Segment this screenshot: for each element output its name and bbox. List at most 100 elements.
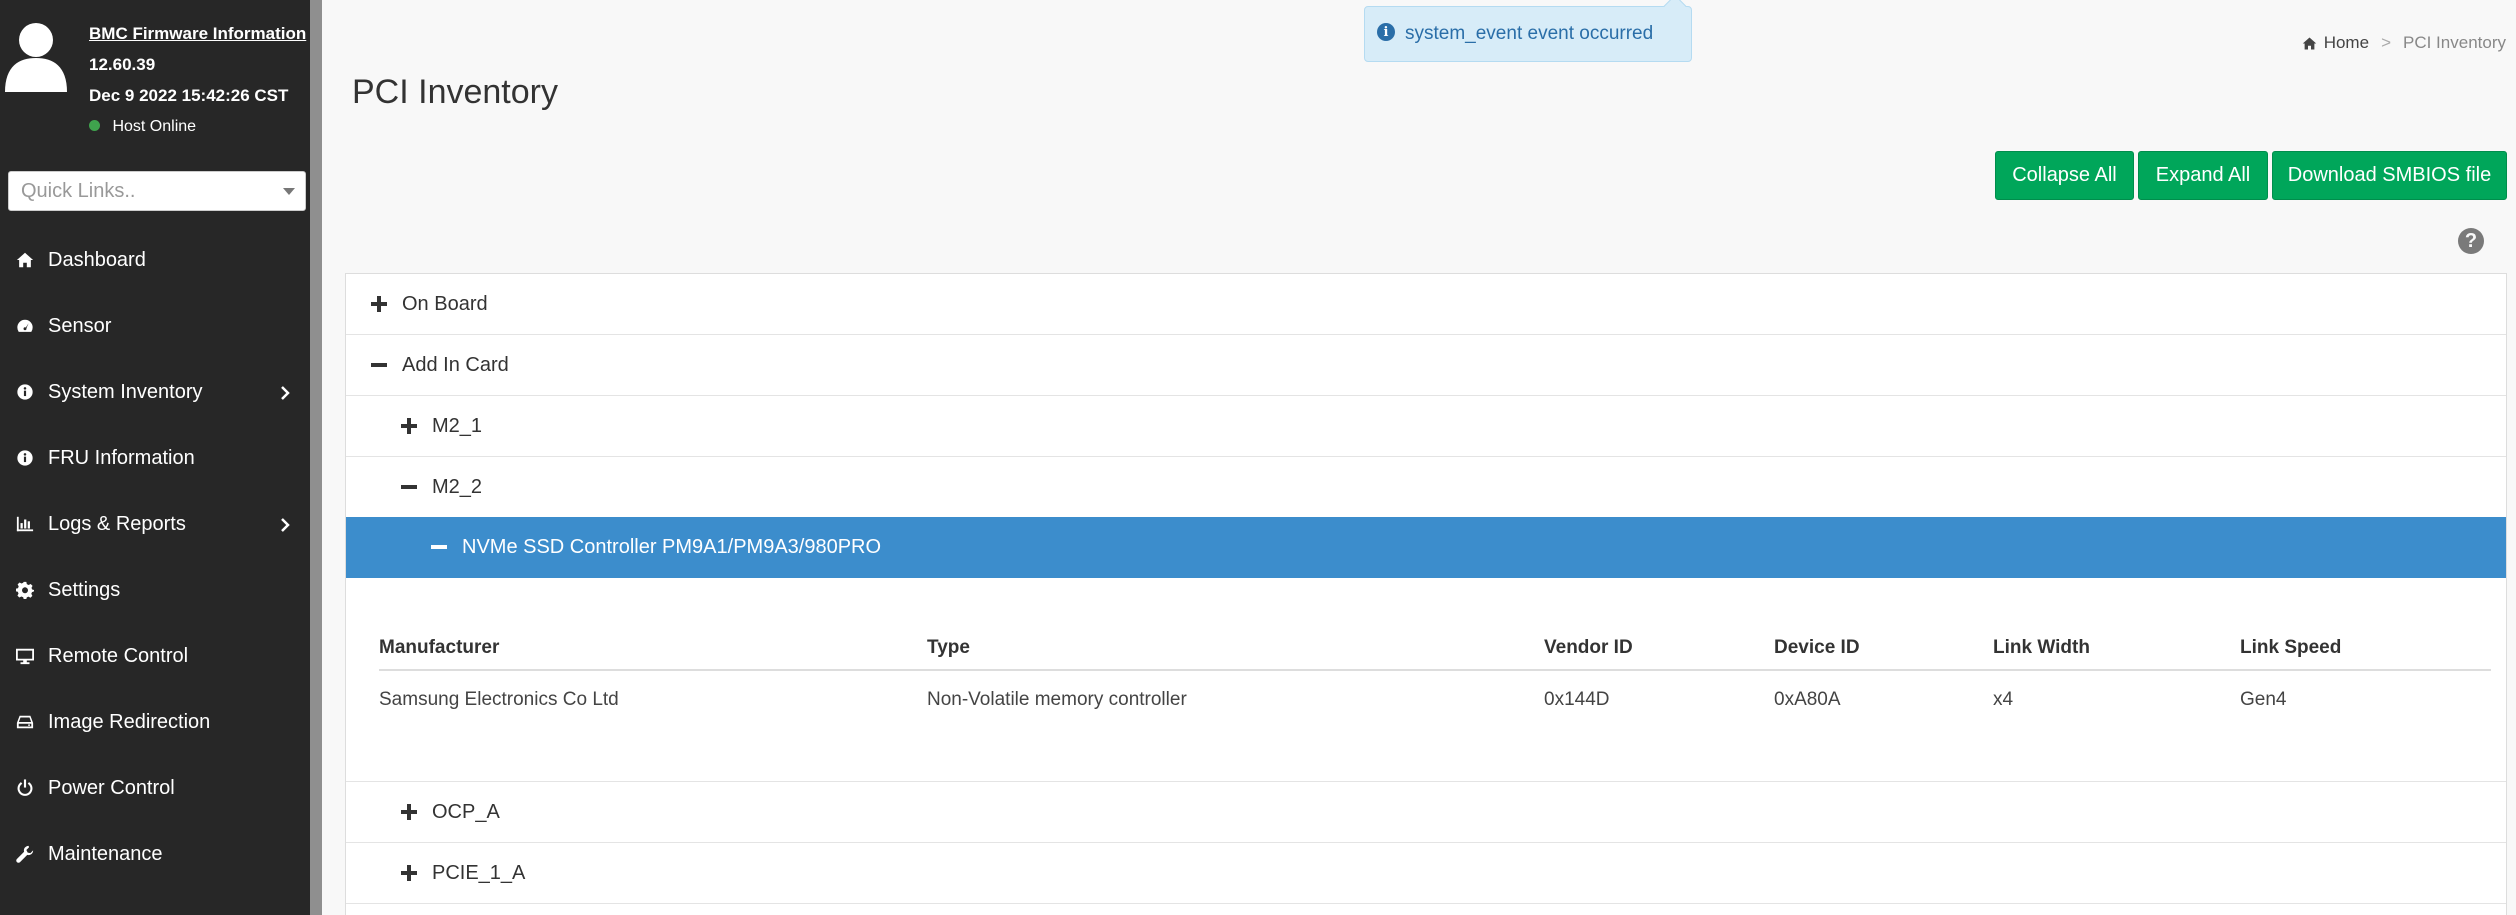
tree-node-on-board[interactable]: On Board	[346, 274, 2506, 335]
collapse-all-button[interactable]: Collapse All	[1995, 151, 2134, 200]
cell-link-width: x4	[1993, 688, 2014, 710]
info-circle-icon	[14, 447, 36, 469]
sidebar-item-power-control[interactable]: Power Control	[0, 755, 310, 821]
column-header-manufacturer: Manufacturer	[379, 626, 927, 671]
collapse-minus-icon[interactable]	[368, 354, 390, 376]
column-header-device-id: Device ID	[1774, 626, 1993, 671]
wrench-icon	[14, 843, 36, 865]
pci-tree: On Board Add In Card M2_1 M2_2 NVMe SSD …	[345, 273, 2507, 915]
download-smbios-button[interactable]: Download SMBIOS file	[2272, 151, 2507, 200]
tree-node-m2-1[interactable]: M2_1	[346, 396, 2506, 457]
host-status-label: Host Online	[112, 118, 197, 135]
tree-node-m2-2[interactable]: M2_2	[346, 457, 2506, 518]
tree-node-label: On Board	[402, 292, 488, 315]
sidebar-item-label: Remote Control	[48, 644, 189, 667]
breadcrumb-home-label: Home	[2323, 33, 2370, 52]
toast-message: system_event event occurred	[1405, 23, 1654, 44]
chevron-right-icon	[278, 383, 296, 401]
expand-plus-icon[interactable]	[398, 862, 420, 884]
event-toast[interactable]: i system_event event occurred	[1364, 0, 1692, 62]
bmc-datetime: Dec 9 2022 15:42:26 CST	[89, 86, 289, 105]
sidebar-item-maintenance[interactable]: Maintenance	[0, 821, 310, 887]
device-detail-table: Manufacturer Type Vendor ID Device ID Li…	[379, 626, 2491, 728]
home-icon	[2302, 37, 2316, 49]
sidebar-nav: Dashboard Sensor System Inventory FRU In…	[0, 227, 310, 887]
tree-node-label: M2_2	[432, 475, 483, 498]
breadcrumb: Home > PCI Inventory	[2302, 33, 2506, 53]
sidebar-item-label: Settings	[48, 578, 121, 601]
sidebar-item-fru-information[interactable]: FRU Information	[0, 425, 310, 491]
table-row: Samsung Electronics Co Ltd Non-Volatile …	[379, 670, 2491, 728]
user-panel: BMC Firmware Information 12.60.39 Dec 9 …	[0, 0, 310, 160]
tree-node-ocp-a[interactable]: OCP_A	[346, 782, 2506, 843]
column-header-link-speed: Link Speed	[2240, 626, 2491, 671]
firmware-info-link[interactable]: BMC Firmware Information	[89, 18, 306, 49]
breadcrumb-home-link[interactable]: Home	[2302, 33, 2369, 53]
cell-type: Non-Volatile memory controller	[927, 688, 1187, 710]
cell-vendor-id: 0x144D	[1544, 688, 1610, 710]
sidebar-item-label: System Inventory	[48, 380, 203, 403]
quick-links-placeholder: Quick Links..	[21, 179, 136, 202]
expand-plus-icon[interactable]	[398, 801, 420, 823]
chevron-right-icon	[278, 515, 296, 533]
dashboard-gauge-icon	[14, 315, 36, 337]
info-icon: i	[1377, 23, 1395, 41]
column-header-link-width: Link Width	[1993, 626, 2240, 671]
collapse-minus-icon[interactable]	[398, 476, 420, 498]
desktop-icon	[14, 645, 36, 667]
sidebar-item-label: Sensor	[48, 314, 112, 337]
expand-plus-icon[interactable]	[368, 293, 390, 315]
tree-node-nvme-controller[interactable]: NVMe SSD Controller PM9A1/PM9A3/980PRO	[346, 517, 2506, 578]
page-title: PCI Inventory	[352, 72, 558, 111]
cell-link-speed: Gen4	[2240, 688, 2287, 710]
tree-node-label: Add In Card	[402, 353, 509, 376]
sidebar-item-label: Power Control	[48, 776, 175, 799]
tree-node-label: M2_1	[432, 414, 483, 437]
sidebar-item-logs-reports[interactable]: Logs & Reports	[0, 491, 310, 557]
column-header-type: Type	[927, 626, 1544, 671]
cell-device-id: 0xA80A	[1774, 688, 1841, 710]
column-header-vendor-id: Vendor ID	[1544, 626, 1774, 671]
sidebar-item-label: FRU Information	[48, 446, 195, 469]
user-avatar-icon	[5, 23, 67, 92]
sidebar-item-sensor[interactable]: Sensor	[0, 293, 310, 359]
sidebar-item-remote-control[interactable]: Remote Control	[0, 623, 310, 689]
host-status: Host Online	[89, 111, 306, 142]
tree-node-label: PCIE_1_A	[432, 861, 526, 884]
caret-down-icon	[283, 188, 295, 195]
breadcrumb-current: PCI Inventory	[2403, 33, 2506, 52]
home-icon	[14, 249, 36, 271]
bar-chart-icon	[14, 513, 36, 535]
quick-links-select[interactable]: Quick Links..	[8, 171, 306, 211]
breadcrumb-separator: >	[2381, 33, 2391, 52]
sidebar-item-label: Image Redirection	[48, 710, 211, 733]
sidebar-item-label: Maintenance	[48, 842, 163, 865]
tree-node-label: NVMe SSD Controller PM9A1/PM9A3/980PRO	[462, 535, 882, 558]
tree-node-pcie-1-a[interactable]: PCIE_1_A	[346, 843, 2506, 904]
hdd-icon	[14, 711, 36, 733]
sidebar-item-system-inventory[interactable]: System Inventory	[0, 359, 310, 425]
gear-icon	[14, 579, 36, 601]
help-icon[interactable]: ?	[2458, 228, 2484, 254]
expand-plus-icon[interactable]	[398, 415, 420, 437]
tree-node-label: OCP_A	[432, 800, 500, 823]
sidebar: BMC Firmware Information 12.60.39 Dec 9 …	[0, 0, 310, 915]
cell-manufacturer: Samsung Electronics Co Ltd	[379, 688, 619, 710]
collapse-minus-icon[interactable]	[428, 536, 450, 558]
info-circle-icon	[14, 381, 36, 403]
user-info: BMC Firmware Information 12.60.39 Dec 9 …	[89, 18, 306, 142]
sidebar-item-settings[interactable]: Settings	[0, 557, 310, 623]
status-online-icon	[89, 120, 100, 131]
toast-arrow	[1663, 0, 1687, 18]
tree-node-add-in-card[interactable]: Add In Card	[346, 335, 2506, 396]
sidebar-item-label: Dashboard	[48, 248, 146, 271]
sidebar-item-label: Logs & Reports	[48, 512, 186, 535]
sidebar-scrollbar[interactable]	[310, 0, 322, 915]
device-detail-panel: Manufacturer Type Vendor ID Device ID Li…	[346, 578, 2506, 782]
expand-all-button[interactable]: Expand All	[2138, 151, 2268, 200]
power-icon	[14, 777, 36, 799]
table-header-row: Manufacturer Type Vendor ID Device ID Li…	[379, 626, 2491, 671]
firmware-version: 12.60.39	[89, 55, 156, 74]
sidebar-item-dashboard[interactable]: Dashboard	[0, 227, 310, 293]
sidebar-item-image-redirection[interactable]: Image Redirection	[0, 689, 310, 755]
